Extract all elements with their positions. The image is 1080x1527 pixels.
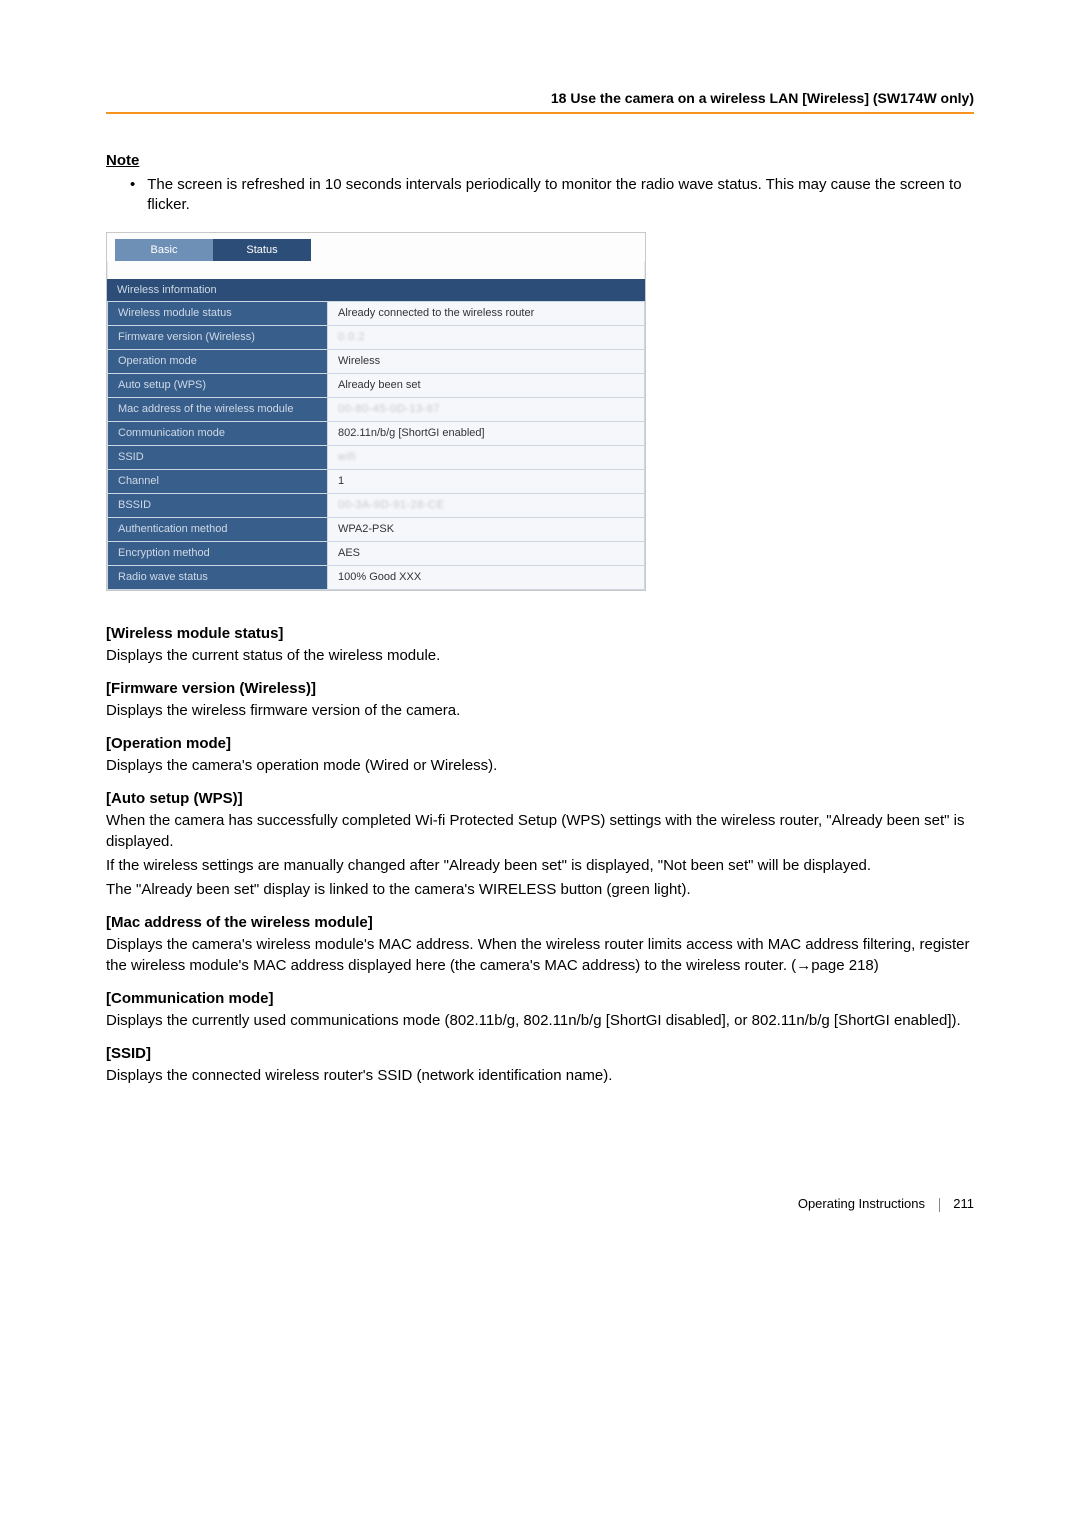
row-label: Mac address of the wireless module [108,397,328,421]
row-value: 00-3A-9D-91-28-CE [328,493,645,517]
field-title: [Firmware version (Wireless)] [106,680,974,697]
table-row: Channel1 [108,469,645,493]
table-row: Operation modeWireless [108,349,645,373]
table-row: SSIDwifi [108,445,645,469]
table-row: Radio wave status100% Good XXX [108,565,645,589]
row-label: Auto setup (WPS) [108,373,328,397]
row-value: 00-80-45-0D-13-67 [328,397,645,421]
field-title: [Mac address of the wireless module] [106,914,974,931]
field-body: Displays the camera's operation mode (Wi… [106,756,974,776]
field-body: When the camera has successfully complet… [106,811,974,852]
field-body: Displays the connected wireless router's… [106,1066,974,1086]
row-label: Communication mode [108,421,328,445]
field-body: Displays the wireless firmware version o… [106,701,974,721]
field-body: Displays the currently used communicatio… [106,1011,974,1031]
field-body: Displays the camera's wireless module's … [106,935,974,976]
row-value: Already connected to the wireless router [328,301,645,325]
row-value: 802.11n/b/g [ShortGI enabled] [328,421,645,445]
row-value: 100% Good XXX [328,565,645,589]
table-row: Auto setup (WPS)Already been set [108,373,645,397]
row-label: SSID [108,445,328,469]
field-body: If the wireless settings are manually ch… [106,856,974,876]
status-panel: BasicStatus Wireless information Wireles… [106,232,646,591]
row-value: AES [328,541,645,565]
row-label: Firmware version (Wireless) [108,325,328,349]
row-label: Radio wave status [108,565,328,589]
table-row: BSSID00-3A-9D-91-28-CE [108,493,645,517]
field-title: [Wireless module status] [106,625,974,642]
tab-basic[interactable]: Basic [115,239,213,261]
field-descriptions: [Wireless module status] Displays the cur… [106,625,974,1087]
row-value: WPA2-PSK [328,517,645,541]
note-text: The screen is refreshed in 10 seconds in… [147,175,974,216]
header-divider [106,112,974,114]
field-body: Displays the current status of the wirel… [106,646,974,666]
row-label: Authentication method [108,517,328,541]
field-title: [Auto setup (WPS)] [106,790,974,807]
table-row: Encryption methodAES [108,541,645,565]
row-label: Encryption method [108,541,328,565]
tab-status[interactable]: Status [213,239,311,261]
table-row: Firmware version (Wireless)0.0.2 [108,325,645,349]
row-value: Already been set [328,373,645,397]
field-title: [Communication mode] [106,990,974,1007]
table-row: Authentication methodWPA2-PSK [108,517,645,541]
field-title: [SSID] [106,1045,974,1062]
row-label: Operation mode [108,349,328,373]
footer-page: 211 [953,1196,974,1211]
row-label: BSSID [108,493,328,517]
table-row: Wireless module statusAlready connected … [108,301,645,325]
row-value: 0.0.2 [328,325,645,349]
footer-label: Operating Instructions [798,1196,925,1211]
row-value: Wireless [328,349,645,373]
row-label: Channel [108,469,328,493]
table-row: Communication mode802.11n/b/g [ShortGI e… [108,421,645,445]
field-body: The "Already been set" display is linked… [106,880,974,900]
note-heading: Note [106,152,974,169]
row-label: Wireless module status [108,301,328,325]
row-value: 1 [328,469,645,493]
tab-bar: BasicStatus [107,233,645,261]
section-title: Wireless information [107,279,645,301]
status-table: Wireless module statusAlready connected … [107,301,645,590]
note-block: Note • The screen is refreshed in 10 sec… [106,152,974,216]
footer: Operating Instructions 211 [106,1196,974,1212]
table-row: Mac address of the wireless module00-80-… [108,397,645,421]
page-header: 18 Use the camera on a wireless LAN [Wir… [106,90,974,112]
field-title: [Operation mode] [106,735,974,752]
row-value: wifi [328,445,645,469]
bullet-dot: • [130,175,135,216]
